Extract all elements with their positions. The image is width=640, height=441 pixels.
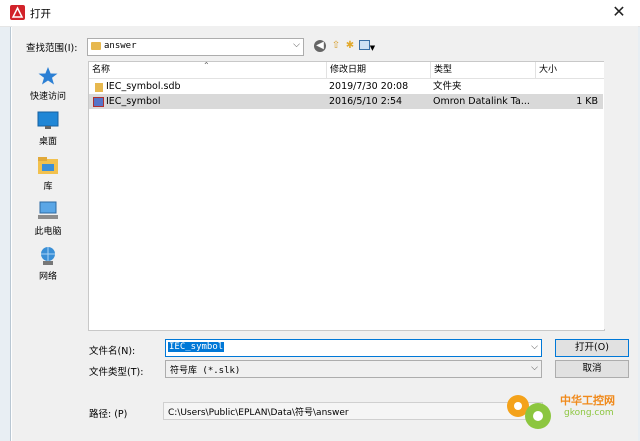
back-button[interactable]: ◀ — [314, 40, 326, 52]
place-label: 此电脑 — [34, 227, 62, 237]
filetype-label: 文件类型(T): — [89, 367, 144, 378]
background-window-left — [0, 26, 11, 441]
folder-icon — [95, 83, 103, 92]
place-label: 库 — [43, 182, 53, 192]
chevron-down-icon: ⌵ — [531, 342, 538, 352]
path-label: 路径: (P) — [89, 409, 128, 420]
up-folder-button[interactable]: ⇧ — [330, 40, 342, 52]
place-label: 快速访问 — [29, 92, 66, 102]
path-value: C:\Users\Public\EPLAN\Data\符号\answer — [168, 408, 349, 418]
path-field: C:\Users\Public\EPLAN\Data\符号\answer — [163, 402, 543, 420]
file-name: IEC_symbol — [106, 96, 161, 107]
lookin-combo[interactable]: answer ⌵ — [87, 38, 304, 56]
lookin-value: answer — [104, 41, 137, 51]
chevron-down-icon: ⌵ — [293, 40, 300, 50]
window-title: 打开 — [30, 8, 51, 20]
place-label: 桌面 — [38, 137, 57, 147]
close-icon: ✕ — [612, 2, 626, 21]
vertical-scrollbar[interactable] — [604, 61, 616, 329]
sort-up-icon: ⌃ — [203, 61, 210, 70]
desktop-icon — [37, 111, 59, 131]
view-menu-icon — [358, 40, 370, 50]
watermark-text: 中华工控网 — [560, 394, 615, 407]
watermark-sub: gkong.com — [564, 408, 614, 418]
filename-value: IEC_symbol — [168, 342, 225, 352]
symbol-file-icon — [93, 97, 104, 107]
back-arrow-icon: ◀ — [316, 40, 324, 51]
file-type: 文件夹 — [433, 81, 462, 92]
lookin-label: 查找范围(I): — [26, 43, 78, 54]
up-folder-icon: ⇧ — [331, 40, 341, 51]
table-row[interactable]: IEC_symbol.sdb 2019/7/30 20:08 文件夹 — [89, 79, 603, 94]
file-size: 1 KB — [576, 96, 598, 107]
places-bar: 快速访问 桌面 库 此电脑 网络 — [16, 60, 84, 433]
file-type: Omron Datalink Ta... — [433, 96, 530, 107]
new-folder-icon: ✱ — [345, 40, 355, 51]
network-icon — [37, 246, 59, 266]
watermark-logo: 中华工控网 gkong.com — [502, 386, 632, 436]
open-button[interactable]: 打开(O) — [555, 339, 629, 357]
filename-input[interactable]: IEC_symbol ⌵ — [165, 339, 542, 357]
view-menu-button[interactable]: ▼ — [358, 40, 376, 52]
star-icon — [37, 66, 59, 86]
file-modified: 2019/7/30 20:08 — [329, 81, 409, 92]
title-bar[interactable]: 打开 ✕ — [0, 0, 640, 27]
column-header-modified[interactable]: 修改日期 — [327, 62, 431, 78]
place-label: 网络 — [38, 272, 57, 282]
filetype-value: 符号库 (*.slk) — [170, 366, 241, 376]
file-modified: 2016/5/10 2:54 — [329, 96, 403, 107]
file-list[interactable]: 名称 ⌃ 修改日期 类型 大小 IEC_symbol.sdb 2019/7/30 … — [88, 61, 606, 331]
library-icon — [37, 156, 59, 176]
folder-icon — [91, 42, 101, 50]
computer-icon — [37, 201, 59, 221]
new-folder-button[interactable]: ✱ — [344, 40, 356, 52]
column-header-name[interactable]: 名称 ⌃ — [89, 61, 327, 78]
close-button[interactable]: ✕ — [604, 2, 634, 22]
place-quick-access[interactable]: 快速访问 — [16, 66, 80, 102]
place-network[interactable]: 网络 — [16, 246, 80, 282]
place-this-pc[interactable]: 此电脑 — [16, 201, 80, 237]
column-header-size[interactable]: 大小 — [536, 62, 606, 78]
chevron-down-icon: ⌵ — [531, 363, 538, 373]
place-library[interactable]: 库 — [16, 156, 80, 192]
app-icon — [10, 5, 25, 20]
column-header-type[interactable]: 类型 — [431, 62, 536, 78]
filetype-select[interactable]: 符号库 (*.slk) ⌵ — [165, 360, 542, 378]
file-name: IEC_symbol.sdb — [106, 81, 181, 92]
filename-label: 文件名(N): — [89, 346, 136, 357]
place-desktop[interactable]: 桌面 — [16, 111, 80, 147]
cancel-button[interactable]: 取消 — [555, 360, 629, 378]
table-row[interactable]: IEC_symbol 2016/5/10 2:54 Omron Datalink… — [89, 94, 603, 109]
